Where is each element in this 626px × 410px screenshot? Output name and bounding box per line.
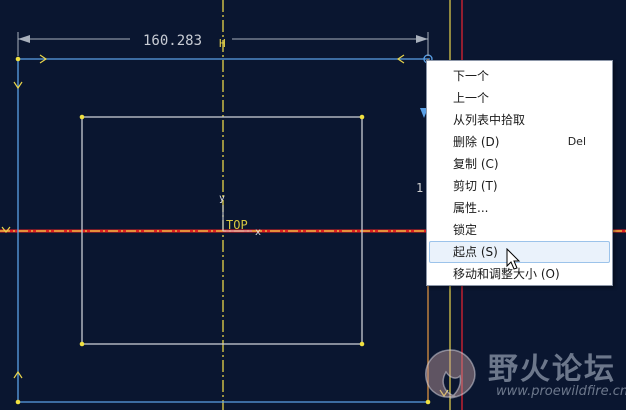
menu-item-label: 锁定 — [453, 223, 478, 237]
menu-item-label: 上一个 — [453, 91, 490, 105]
menu-item-lock[interactable]: 锁定 — [427, 219, 612, 241]
menu-item-label: 剪切 (T) — [453, 179, 498, 193]
menu-item-next[interactable]: 下一个 — [427, 65, 612, 87]
watermark-url: www.proewildfire.cn — [496, 384, 626, 399]
menu-item-cut[interactable]: 剪切 (T) — [427, 175, 612, 197]
vertex-point[interactable] — [79, 341, 85, 347]
vertex-point[interactable] — [359, 341, 365, 347]
vertex-point[interactable] — [359, 114, 365, 120]
menu-item-label: 属性... — [453, 201, 489, 215]
vertex-point[interactable] — [15, 56, 21, 62]
watermark-logo-icon — [425, 349, 476, 399]
view-label-top: TOP — [226, 218, 248, 232]
menu-item-label: 复制 (C) — [453, 157, 499, 171]
menu-item-properties[interactable]: 属性... — [427, 197, 612, 219]
mouse-cursor-icon — [506, 248, 521, 270]
partial-dimension-text: 1 — [416, 181, 423, 195]
menu-item-label: 起点 (S) — [453, 245, 498, 259]
axis-x-label: x — [255, 227, 261, 238]
vertex-point[interactable] — [15, 399, 21, 405]
vertex-point[interactable] — [79, 114, 85, 120]
menu-item-label: 从列表中拾取 — [453, 113, 526, 127]
axis-y-label: y — [219, 193, 225, 204]
dimension-arrow-right-icon — [416, 35, 428, 43]
menu-item-label: 下一个 — [453, 69, 490, 83]
dimension-value[interactable]: 160.283 — [143, 33, 202, 49]
menu-item-delete[interactable]: 删除 (D) Del — [427, 131, 612, 153]
menu-item-shortcut: Del — [567, 135, 586, 148]
menu-item-copy[interactable]: 复制 (C) — [427, 153, 612, 175]
horizontal-constraint-icon: H — [219, 37, 226, 50]
watermark: 野火论坛 www.proewildfire.cn — [416, 342, 626, 410]
menu-item-previous[interactable]: 上一个 — [427, 87, 612, 109]
menu-item-label: 删除 (D) — [453, 135, 500, 149]
dimension-arrow-left-icon — [18, 35, 30, 43]
watermark-title: 野火论坛 — [488, 352, 616, 387]
menu-item-pick-from-list[interactable]: 从列表中拾取 — [427, 109, 612, 131]
